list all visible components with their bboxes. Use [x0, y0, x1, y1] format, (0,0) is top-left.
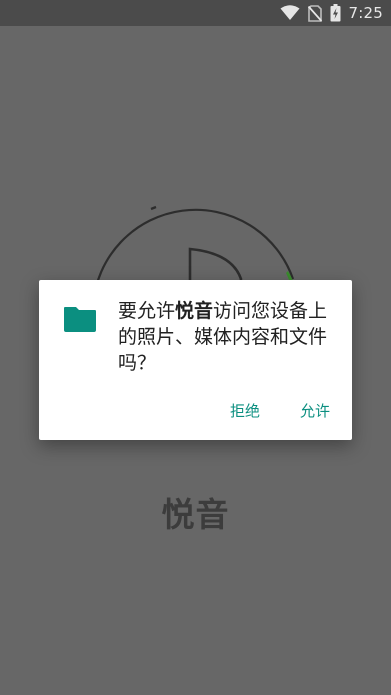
wifi-icon [280, 5, 300, 21]
dialog-actions: 拒绝 允许 [228, 396, 332, 425]
battery-charging-icon [330, 4, 341, 22]
folder-icon [63, 305, 97, 337]
message-prefix: 要允许 [118, 300, 176, 322]
allow-button[interactable]: 允许 [298, 396, 332, 425]
no-sim-icon [307, 4, 322, 22]
status-bar: 7:25 [0, 0, 391, 26]
permission-dialog: 要允许悦音访问您设备上的照片、媒体内容和文件吗？ 拒绝 允许 [39, 280, 352, 440]
deny-button[interactable]: 拒绝 [228, 396, 262, 425]
app-name-title: 悦音 [161, 495, 230, 534]
permission-message: 要允许悦音访问您设备上的照片、媒体内容和文件吗？ [118, 298, 340, 376]
status-icons: 7:25 [280, 0, 383, 26]
status-time: 7:25 [348, 4, 383, 22]
message-app-name: 悦音 [175, 300, 214, 322]
